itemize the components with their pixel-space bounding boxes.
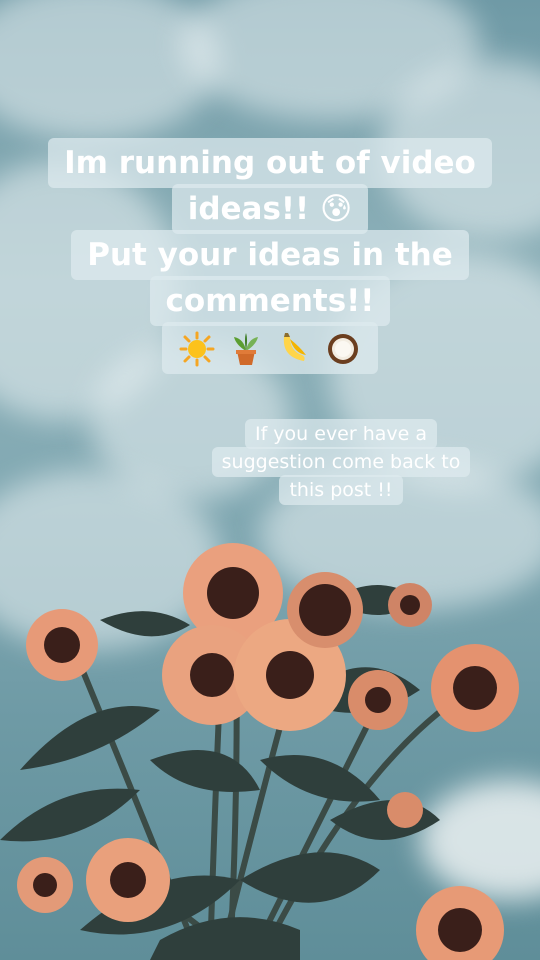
sub-caption: If you ever have a suggestion come back …	[196, 419, 486, 505]
sun-icon	[179, 331, 215, 366]
banana-icon	[284, 332, 307, 361]
video-frame: Im running out of video ideas!! 😰 Put yo…	[0, 0, 540, 960]
caption-line: Im running out of video	[48, 138, 492, 188]
caption-line: comments!!	[149, 276, 391, 326]
main-caption: Im running out of video ideas!! 😰 Put yo…	[0, 138, 540, 374]
coconut-icon	[328, 333, 359, 364]
potted-plant-icon	[233, 332, 258, 365]
caption-line: ideas!! 😰	[171, 184, 369, 234]
subcaption-line: If you ever have a	[244, 419, 438, 449]
caption-emoji-line	[161, 322, 379, 374]
subcaption-line: suggestion come back to	[211, 447, 471, 477]
subcaption-line: this post !!	[279, 475, 403, 505]
caption-line: Put your ideas in the	[71, 230, 469, 280]
